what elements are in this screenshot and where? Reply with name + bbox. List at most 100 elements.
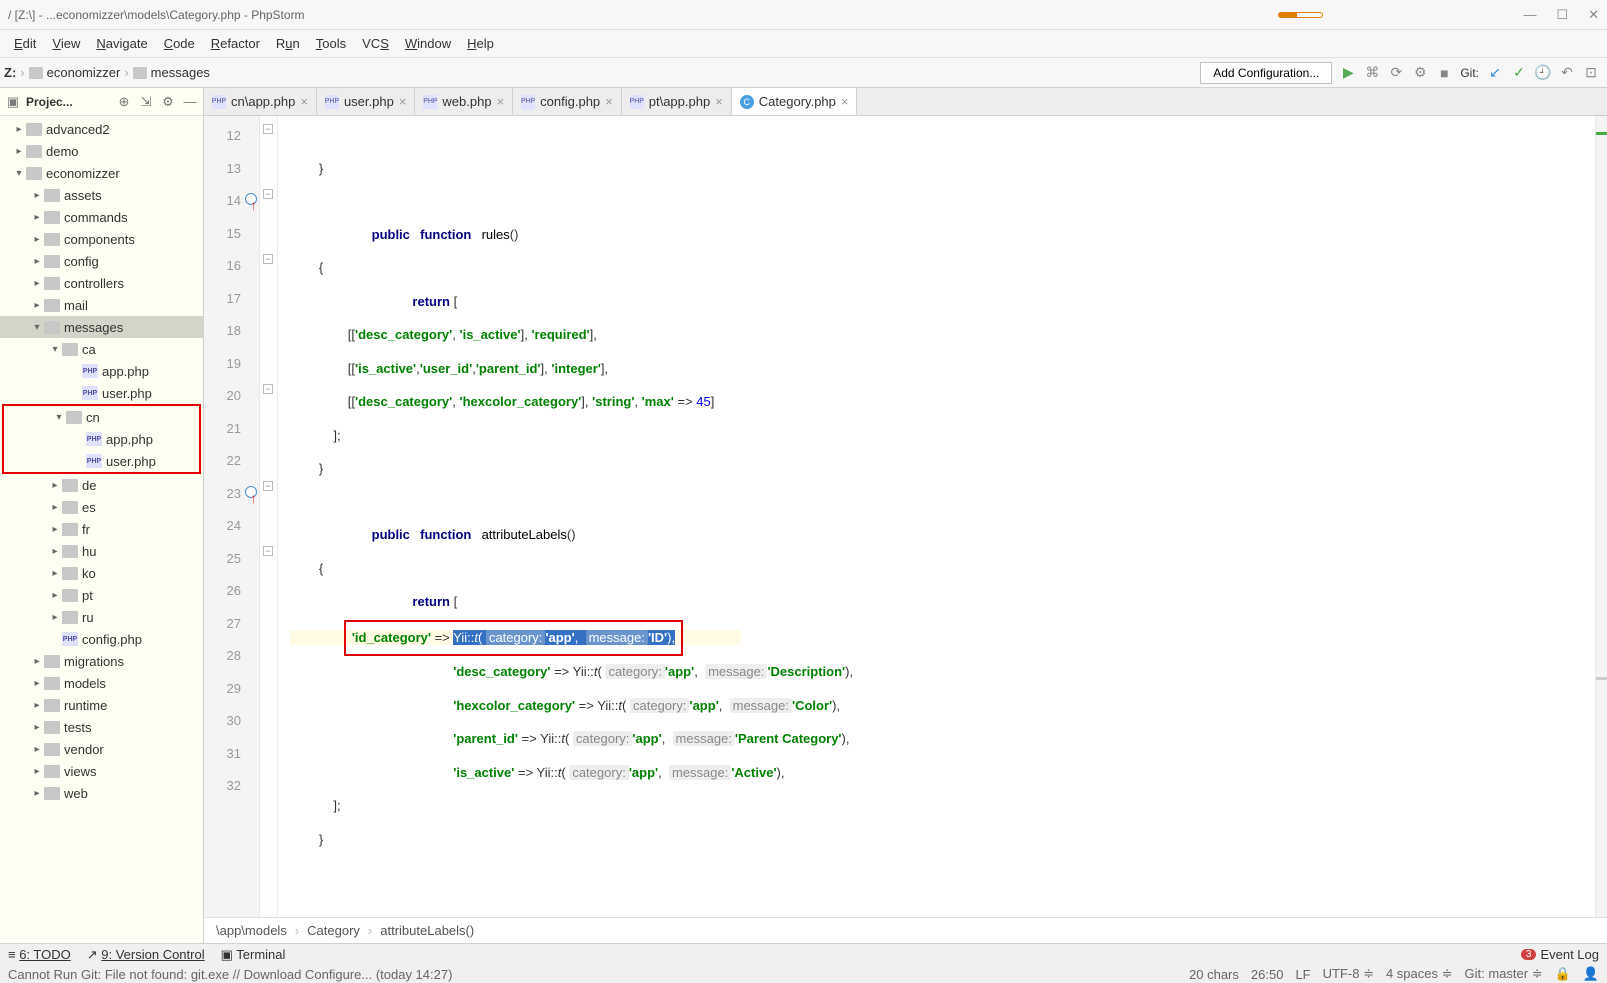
sidebar-title[interactable]: Projec...	[26, 95, 111, 109]
tree-item-controllers[interactable]: ▸controllers	[0, 272, 203, 294]
bc-method[interactable]: attributeLabels()	[380, 923, 474, 938]
tree-item-app-php[interactable]: PHPapp.php	[0, 360, 203, 382]
tab-close-icon[interactable]: ×	[605, 94, 613, 109]
tab-Category-php[interactable]: CCategory.php×	[732, 88, 858, 115]
tree-item-cn[interactable]: ▾cn	[4, 406, 199, 428]
line-separator[interactable]: LF	[1295, 967, 1310, 982]
terminal-tool[interactable]: ▣ Terminal	[221, 947, 286, 963]
fold-column[interactable]: − − − − − −	[260, 116, 278, 917]
tree-item-advanced2[interactable]: ▸advanced2	[0, 118, 203, 140]
git-history-icon[interactable]: 🕘	[1535, 65, 1551, 81]
tree-arrow-icon[interactable]: ▸	[30, 788, 44, 799]
tab-user-php[interactable]: PHPuser.php×	[317, 88, 415, 115]
tree-item-components[interactable]: ▸components	[0, 228, 203, 250]
tree-item-assets[interactable]: ▸assets	[0, 184, 203, 206]
file-encoding[interactable]: UTF-8 ≑	[1323, 966, 1374, 982]
line-number[interactable]: 22	[204, 445, 241, 478]
menu-help[interactable]: Help	[461, 34, 500, 53]
line-number[interactable]: 26	[204, 575, 241, 608]
tree-item-user-php[interactable]: PHPuser.php	[4, 450, 199, 472]
tree-item-config[interactable]: ▸config	[0, 250, 203, 272]
tree-arrow-icon[interactable]: ▸	[12, 146, 26, 157]
tab-close-icon[interactable]: ×	[399, 94, 407, 109]
project-tree[interactable]: ▸advanced2▸demo▾economizzer▸assets▸comma…	[0, 116, 203, 943]
tree-arrow-icon[interactable]: ▸	[48, 524, 62, 535]
line-number[interactable]: 25	[204, 543, 241, 576]
tree-item-vendor[interactable]: ▸vendor	[0, 738, 203, 760]
line-number[interactable]: 32	[204, 770, 241, 803]
tree-item-economizzer[interactable]: ▾economizzer	[0, 162, 203, 184]
line-number[interactable]: 24	[204, 510, 241, 543]
debug-icon[interactable]: ⌘	[1364, 65, 1380, 81]
tree-arrow-icon[interactable]: ▸	[30, 722, 44, 733]
tree-arrow-icon[interactable]: ▸	[48, 568, 62, 579]
breadcrumb-item[interactable]: economizzer	[47, 65, 121, 80]
tree-item-tests[interactable]: ▸tests	[0, 716, 203, 738]
tree-item-ru[interactable]: ▸ru	[0, 606, 203, 628]
coverage-icon[interactable]: ⟳	[1388, 65, 1404, 81]
caret-position[interactable]: 26:50	[1251, 967, 1284, 982]
search-icon[interactable]: ⊡	[1583, 65, 1599, 81]
tree-item-models[interactable]: ▸models	[0, 672, 203, 694]
tree-item-ko[interactable]: ▸ko	[0, 562, 203, 584]
todo-tool[interactable]: ≡ 6: TODO	[8, 947, 71, 962]
close-icon[interactable]: ✕	[1588, 7, 1599, 23]
tab-close-icon[interactable]: ×	[497, 94, 505, 109]
target-icon[interactable]: ⊕	[115, 94, 133, 110]
tree-item-user-php[interactable]: PHPuser.php	[0, 382, 203, 404]
tree-item-es[interactable]: ▸es	[0, 496, 203, 518]
menu-edit[interactable]: Edit	[8, 34, 42, 53]
tree-arrow-icon[interactable]: ▸	[30, 744, 44, 755]
tab-pt-app-php[interactable]: PHPpt\app.php×	[622, 88, 732, 115]
tree-arrow-icon[interactable]: ▾	[52, 412, 66, 423]
line-number[interactable]: 14↑	[204, 185, 241, 218]
git-update-icon[interactable]: ↙	[1487, 65, 1503, 81]
code-editor[interactable]: 121314↑151617181920212223↑24252627282930…	[204, 116, 1607, 917]
gear-icon[interactable]: ⚙	[159, 94, 177, 110]
tree-arrow-icon[interactable]: ▸	[12, 124, 26, 135]
menu-view[interactable]: View	[46, 34, 86, 53]
tree-arrow-icon[interactable]: ▸	[30, 700, 44, 711]
menu-run[interactable]: Run	[270, 34, 306, 53]
tree-arrow-icon[interactable]: ▸	[30, 234, 44, 245]
lock-icon[interactable]: 🔒	[1555, 966, 1571, 982]
tree-arrow-icon[interactable]: ▸	[30, 766, 44, 777]
menu-refactor[interactable]: Refactor	[205, 34, 266, 53]
tree-arrow-icon[interactable]: ▸	[48, 546, 62, 557]
menu-navigate[interactable]: Navigate	[90, 34, 153, 53]
line-number[interactable]: 13	[204, 153, 241, 186]
tab-cn-app-php[interactable]: PHPcn\app.php×	[204, 88, 317, 115]
tree-item-config-php[interactable]: PHPconfig.php	[0, 628, 203, 650]
menu-window[interactable]: Window	[399, 34, 457, 53]
stop-icon[interactable]: ■	[1436, 65, 1452, 81]
tree-arrow-icon[interactable]: ▸	[30, 212, 44, 223]
tree-item-app-php[interactable]: PHPapp.php	[4, 428, 199, 450]
tree-item-mail[interactable]: ▸mail	[0, 294, 203, 316]
error-stripe[interactable]	[1595, 116, 1607, 917]
tree-arrow-icon[interactable]: ▸	[30, 678, 44, 689]
tree-item-runtime[interactable]: ▸runtime	[0, 694, 203, 716]
line-number[interactable]: 18	[204, 315, 241, 348]
bc-namespace[interactable]: \app\models	[216, 923, 287, 938]
code-content[interactable]: } public function rules() { return [ [['…	[278, 116, 1607, 917]
tree-arrow-icon[interactable]: ▾	[30, 322, 44, 333]
indent-info[interactable]: 4 spaces ≑	[1386, 966, 1453, 982]
tree-arrow-icon[interactable]: ▸	[48, 612, 62, 623]
line-number[interactable]: 27	[204, 608, 241, 641]
tree-arrow-icon[interactable]: ▸	[30, 300, 44, 311]
expand-icon[interactable]: ⇲	[137, 94, 155, 110]
minimize-icon[interactable]: —	[1523, 7, 1536, 23]
menu-tools[interactable]: Tools	[310, 34, 352, 53]
menu-vcs[interactable]: VCS	[356, 34, 395, 53]
tab-close-icon[interactable]: ×	[300, 94, 308, 109]
tree-item-views[interactable]: ▸views	[0, 760, 203, 782]
line-number[interactable]: 20	[204, 380, 241, 413]
tree-arrow-icon[interactable]: ▸	[30, 278, 44, 289]
tree-item-hu[interactable]: ▸hu	[0, 540, 203, 562]
collapse-icon[interactable]: —	[181, 94, 199, 109]
tab-config-php[interactable]: PHPconfig.php×	[513, 88, 622, 115]
tree-item-fr[interactable]: ▸fr	[0, 518, 203, 540]
tree-item-migrations[interactable]: ▸migrations	[0, 650, 203, 672]
tree-item-ca[interactable]: ▾ca	[0, 338, 203, 360]
line-number[interactable]: 28	[204, 640, 241, 673]
